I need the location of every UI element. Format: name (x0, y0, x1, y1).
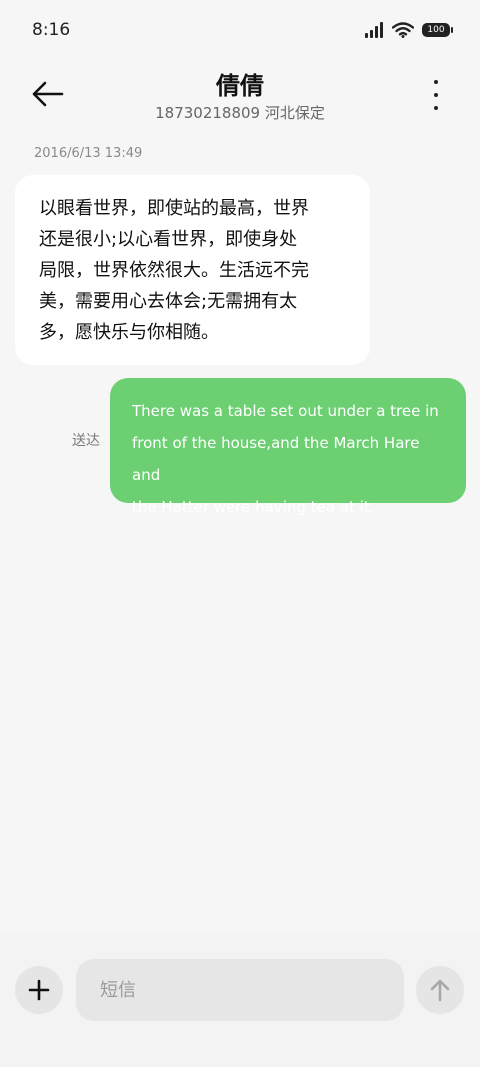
status-time: 8:16 (32, 20, 71, 40)
delivery-status: 送达 (72, 433, 100, 449)
message-input[interactable] (76, 959, 404, 1021)
more-dot-icon (434, 93, 438, 97)
wifi-icon (392, 22, 414, 38)
contact-name: 倩倩 (216, 72, 264, 100)
message-line: front of the house,and the March Hare an… (132, 434, 420, 484)
message-line: the Hatter were having tea at it. (132, 498, 375, 516)
add-attachment-button[interactable] (15, 966, 63, 1014)
conversation-header: 倩倩 18730218809 河北保定 (0, 64, 480, 134)
signal-icon (365, 22, 383, 38)
battery-icon: 100 (422, 23, 453, 37)
outgoing-message-bubble[interactable]: There was a table set out under a tree i… (110, 378, 466, 516)
message-line: 多，愿快乐与你相随。 (39, 322, 219, 343)
message-line: There was a table set out under a tree i… (132, 402, 439, 420)
incoming-message-bubble[interactable]: 以眼看世界，即使站的最高，世界 还是很小;以心看世界，即使身处 局限，世界依然很… (15, 175, 370, 365)
message-line: 局限，世界依然很大。生活远不完 (39, 260, 309, 281)
contact-subtitle: 18730218809 河北保定 (155, 104, 325, 122)
status-bar: 8:16 100 (0, 0, 480, 64)
send-button[interactable] (416, 966, 464, 1014)
message-timestamp: 2016/6/13 13:49 (34, 146, 143, 161)
arrow-up-icon (430, 979, 450, 1002)
more-dot-icon (434, 106, 438, 110)
status-icons: 100 (364, 22, 453, 38)
message-line: 以眼看世界，即使站的最高，世界 (39, 198, 309, 219)
message-line: 美，需要用心去体会;无需拥有太 (39, 291, 298, 312)
more-options-button[interactable] (428, 80, 444, 110)
more-dot-icon (434, 80, 438, 84)
plus-icon (28, 979, 50, 1001)
message-line: 还是很小;以心看世界，即使身处 (39, 229, 298, 250)
